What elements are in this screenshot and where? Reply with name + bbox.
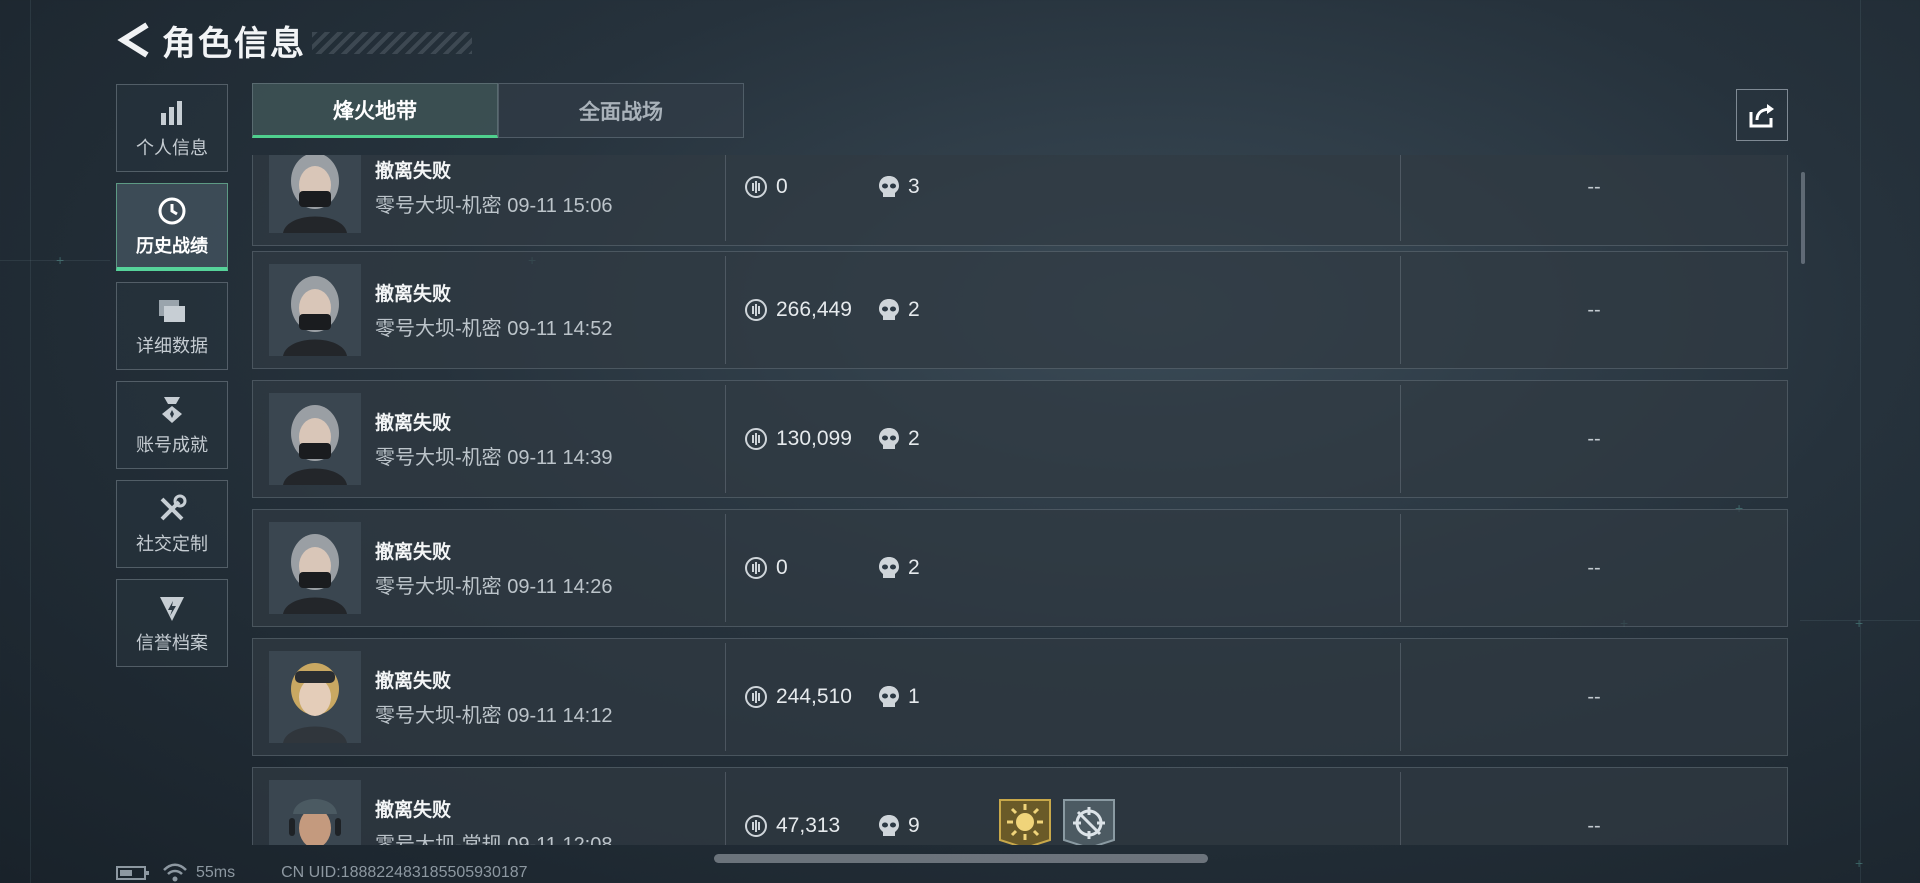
operator-avatar: [269, 155, 361, 233]
nav-item-label: 历史战绩: [136, 235, 208, 256]
operator-avatar: [269, 651, 361, 743]
extraction-status: 撤离失败: [375, 800, 452, 821]
operator-avatar: [269, 264, 361, 356]
loot-value: 47,313: [776, 814, 841, 837]
coin-icon: [745, 176, 767, 198]
map-and-time: 零号大坝-机密 09-11 14:39: [375, 447, 613, 469]
battery-icon: [116, 866, 149, 880]
extraction-status: 撤离失败: [375, 284, 452, 305]
loot-value: 266,449: [776, 298, 852, 321]
nav-item-label: 账号成就: [136, 435, 208, 455]
extraction-status: 撤离失败: [375, 413, 452, 434]
extraction-status: 撤离失败: [375, 542, 452, 563]
skull-icon: [879, 686, 899, 707]
medal-icon: [158, 393, 186, 427]
loot-value: 0: [776, 556, 788, 579]
operator-avatar: [269, 522, 361, 614]
extra-info: --: [1587, 814, 1601, 837]
history-clock-icon: [157, 194, 187, 228]
extra-info: --: [1587, 298, 1601, 321]
status-footer: 55ms CN UID:1888224831855059301​87: [116, 862, 528, 883]
nav-item-reputation[interactable]: 信誉档案: [116, 579, 228, 667]
coin-icon: [745, 557, 767, 579]
kill-count: 2: [908, 556, 920, 579]
match-record-row[interactable]: 撤离失败 零号大坝-机密 09-11 14:52 266,449 2 --: [252, 251, 1788, 369]
nav-item-achievements[interactable]: 账号成就: [116, 381, 228, 469]
share-button[interactable]: [1736, 89, 1788, 141]
folders-icon: [157, 294, 187, 328]
tab-full-battlefield[interactable]: 全面战场: [498, 83, 744, 138]
extraction-status: 撤离失败: [375, 161, 452, 182]
tools-icon: [157, 492, 187, 526]
nav-item-detailed-data[interactable]: 详细数据: [116, 282, 228, 370]
crosshair-badge-icon[interactable]: [1062, 798, 1116, 845]
shield-bolt-icon: [158, 591, 186, 625]
tab-warzone[interactable]: 烽火地带: [252, 83, 498, 138]
map-and-time: 零号大坝-机密 09-11 14:52: [375, 318, 613, 340]
operator-avatar: [269, 393, 361, 485]
share-icon: [1749, 104, 1774, 128]
nav-item-match-history[interactable]: 历史战绩: [116, 183, 228, 271]
nav-item-social-custom[interactable]: 社交定制: [116, 480, 228, 568]
skull-icon: [879, 815, 899, 836]
match-record-row[interactable]: 撤离失败 零号大坝-常规 09-11 12:08 47,313 9 --: [252, 767, 1788, 845]
page-header: 角色信息: [116, 18, 472, 63]
match-record-row[interactable]: 撤离失败 零号大坝-机密 09-11 14:26 0 2 --: [252, 509, 1788, 627]
coin-icon: [745, 686, 767, 708]
kill-count: 2: [908, 298, 920, 321]
coin-icon: [745, 428, 767, 450]
kill-count: 9: [908, 814, 920, 837]
operator-avatar: [269, 780, 361, 845]
extra-info: --: [1587, 175, 1601, 198]
page-title: 角色信息: [162, 24, 306, 63]
skull-icon: [879, 557, 899, 578]
achievement-badges: [998, 798, 1116, 845]
title-stripe-decoration: [312, 32, 472, 54]
map-and-time: 零号大坝-机密 09-11 14:12: [375, 705, 613, 727]
coin-icon: [745, 299, 767, 321]
back-arrow-icon: [117, 22, 149, 58]
horizontal-scrollbar[interactable]: [714, 854, 1208, 863]
nav-item-label: 个人信息: [136, 138, 208, 158]
map-and-time: 零号大坝-机密 09-11 15:06: [375, 195, 613, 217]
match-record-row[interactable]: 撤离失败 零号大坝-机密 09-11 14:39 130,099 2 --: [252, 380, 1788, 498]
kill-count: 1: [908, 685, 920, 708]
coin-icon: [745, 815, 767, 837]
user-uid: CN UID:1888224831855059301​87: [281, 864, 528, 881]
back-button[interactable]: [116, 20, 152, 60]
loot-value: 0: [776, 175, 788, 198]
nav-item-label: 信誉档案: [136, 633, 208, 653]
extraction-status: 撤离失败: [375, 671, 452, 692]
bar-chart-icon: [158, 96, 186, 130]
match-history-list[interactable]: 撤离失败 零号大坝-机密 09-11 15:06 0 3 -- 撤离失败 零号大…: [252, 155, 1788, 845]
mode-tabs: 烽火地带 全面战场: [252, 83, 744, 138]
nav-item-label: 社交定制: [136, 534, 208, 554]
extra-info: --: [1587, 427, 1601, 450]
network-ping: 55ms: [196, 864, 236, 881]
loot-value: 130,099: [776, 427, 852, 450]
nav-item-label: 详细数据: [136, 336, 208, 356]
loot-value: 244,510: [776, 685, 852, 708]
wifi-icon: [163, 863, 187, 882]
map-and-time: 零号大坝-常规 09-11 12:08: [375, 834, 613, 845]
side-nav: 个人信息 历史战绩 详细数据 账号成就 社交定制 信誉档案: [116, 84, 228, 678]
vertical-scrollbar[interactable]: [1801, 172, 1805, 264]
extra-info: --: [1587, 556, 1601, 579]
kill-count: 3: [908, 175, 920, 198]
gold-sun-badge-icon[interactable]: [998, 798, 1052, 845]
kill-count: 2: [908, 427, 920, 450]
skull-icon: [879, 176, 899, 197]
skull-icon: [879, 299, 899, 320]
map-and-time: 零号大坝-机密 09-11 14:26: [375, 576, 613, 598]
extra-info: --: [1587, 685, 1601, 708]
match-record-row[interactable]: 撤离失败 零号大坝-机密 09-11 15:06 0 3 --: [252, 155, 1788, 246]
nav-item-personal-info[interactable]: 个人信息: [116, 84, 228, 172]
skull-icon: [879, 428, 899, 449]
match-record-row[interactable]: 撤离失败 零号大坝-机密 09-11 14:12 244,510 1 --: [252, 638, 1788, 756]
